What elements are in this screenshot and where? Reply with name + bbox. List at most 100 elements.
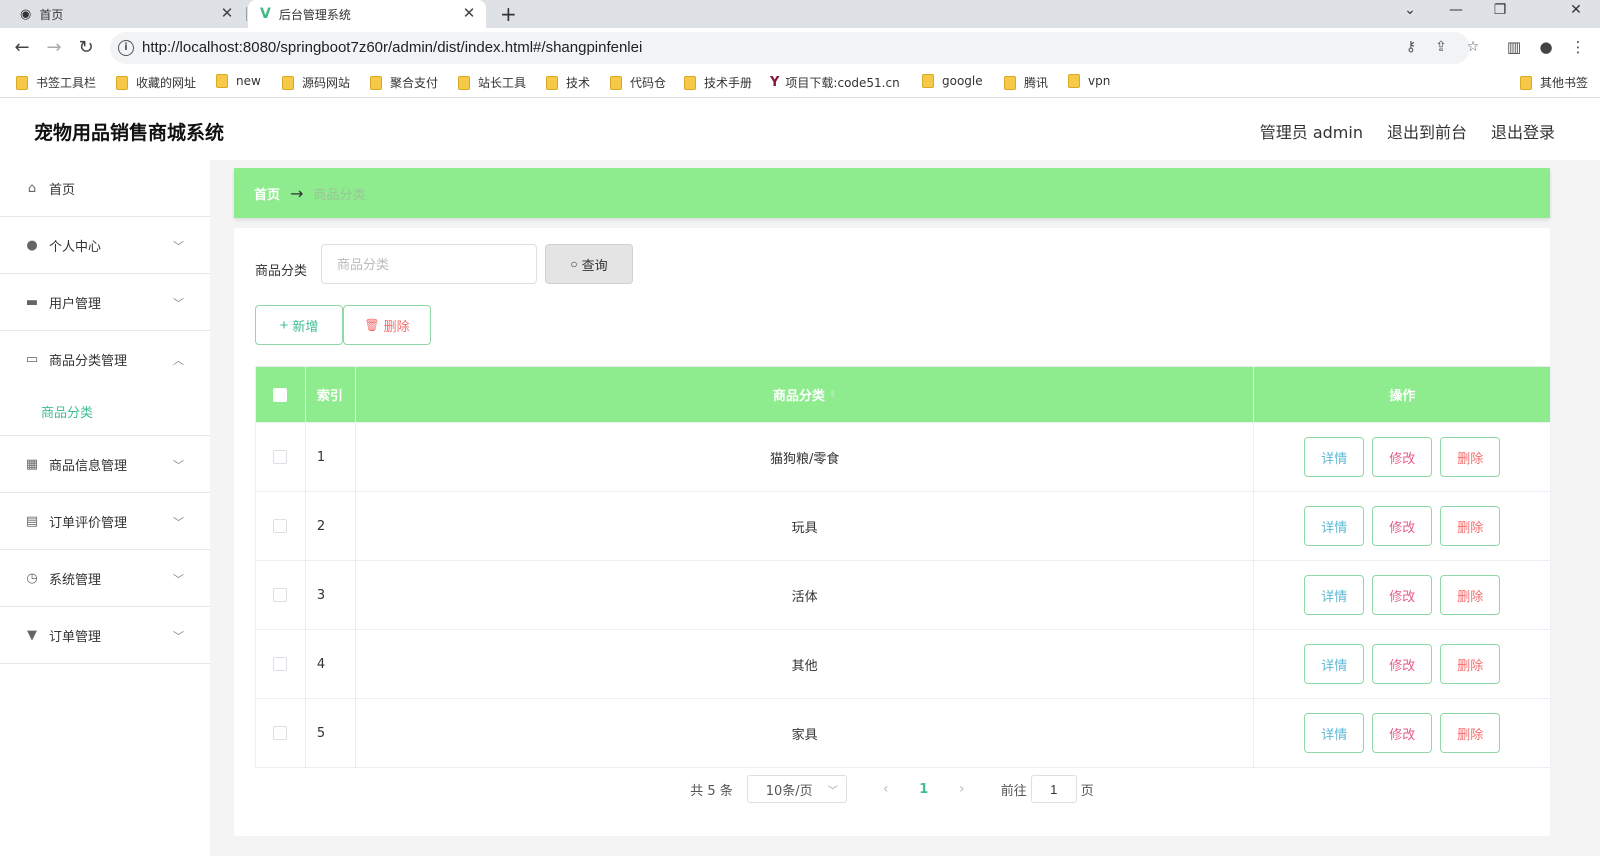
sidebar-subitem-category[interactable]: 商品分类	[0, 388, 210, 436]
detail-button[interactable]: 详情	[1304, 644, 1365, 684]
page-number[interactable]: 1	[901, 782, 947, 797]
chevron-down-icon: ﹀	[173, 630, 184, 643]
delete-button[interactable]: 删除	[1440, 506, 1501, 546]
delete-button[interactable]: 删除	[1440, 575, 1501, 615]
header-category[interactable]: 商品分类 ⇕	[356, 367, 1255, 422]
folder-icon	[610, 75, 622, 90]
delete-button[interactable]: 删除	[1440, 713, 1501, 753]
bookmark-item[interactable]: 源码网站	[282, 74, 350, 91]
prev-page-icon[interactable]: ‹	[871, 781, 901, 797]
bookmark-item[interactable]: Y 项目下载:code51.cn	[770, 74, 900, 91]
sidebar-item-product-management[interactable]: ▦ 商品信息管理 ﹀	[0, 436, 210, 493]
edit-button[interactable]: 修改	[1372, 437, 1433, 477]
menu-icon[interactable]: ⋮	[1568, 38, 1588, 56]
folder-icon	[116, 75, 128, 90]
row-checkbox[interactable]	[273, 588, 288, 602]
row-checkbox[interactable]	[273, 726, 288, 740]
search-button[interactable]: ○ 查询	[545, 244, 633, 284]
search-input[interactable]	[321, 244, 537, 284]
sidebar-item-order-management[interactable]: ▼ 订单管理 ﹀	[0, 607, 210, 664]
key-icon[interactable]: ⚷	[1402, 39, 1420, 55]
bookmark-item[interactable]: 技术手册	[684, 74, 752, 91]
batch-delete-button[interactable]: 🗑 删除	[343, 305, 431, 345]
edit-button[interactable]: 修改	[1372, 713, 1433, 753]
side-panel-icon[interactable]: ▥	[1504, 38, 1524, 56]
table-row: 4 其他 详情 修改 删除	[256, 629, 1550, 698]
row-checkbox[interactable]	[273, 657, 288, 671]
bookmark-item[interactable]: 技术	[546, 74, 590, 91]
folder-icon	[16, 75, 28, 90]
row-checkbox[interactable]	[273, 519, 288, 533]
bookmark-item[interactable]: 代码仓	[610, 74, 666, 91]
browser-tab-home[interactable]: ◉ 首页 ✕	[0, 0, 244, 28]
reload-icon[interactable]: ↻	[74, 36, 98, 60]
goto-suffix: 页	[1080, 783, 1094, 799]
page-size-select[interactable]: 10条/页 ﹀	[746, 775, 847, 803]
site-info-icon[interactable]: i	[118, 40, 134, 56]
tab-title: 后台管理系统	[278, 7, 351, 22]
close-icon[interactable]: ✕	[218, 4, 236, 22]
omnibox[interactable]: i http://localhost:8080/springboot7z60r/…	[110, 32, 1479, 64]
new-tab-button[interactable]: +	[500, 2, 517, 26]
detail-button[interactable]: 详情	[1304, 575, 1365, 615]
next-page-icon[interactable]: ›	[947, 781, 977, 797]
detail-button[interactable]: 详情	[1304, 506, 1365, 546]
sidebar: ⌂ 首页 ● 个人中心 ﹀ ▬ 用户管理 ﹀ ▭ 商品分类管理 ︿ 商品分类 ▦…	[0, 160, 210, 856]
sidebar-item-personal-center[interactable]: ● 个人中心 ﹀	[0, 217, 210, 274]
sidebar-item-review-management[interactable]: ▤ 订单评价管理 ﹀	[0, 493, 210, 550]
delete-button[interactable]: 删除	[1440, 644, 1501, 684]
add-button[interactable]: + 新增	[255, 305, 343, 345]
bookmark-other[interactable]: 其他书签	[1520, 74, 1588, 91]
detail-button[interactable]: 详情	[1304, 437, 1365, 477]
goto-page-input[interactable]	[1030, 775, 1077, 803]
delete-button[interactable]: 删除	[1440, 437, 1501, 477]
bookmark-item[interactable]: 站长工具	[458, 74, 526, 91]
edit-button[interactable]: 修改	[1372, 506, 1433, 546]
sidebar-item-label: 系统管理	[49, 572, 102, 588]
back-icon[interactable]: ←	[10, 36, 34, 60]
grid-icon: ▦	[25, 456, 39, 472]
row-checkbox[interactable]	[273, 450, 288, 464]
tab-search-icon[interactable]: ⌄	[1400, 2, 1420, 18]
row-checkbox-cell	[256, 630, 306, 698]
minimize-icon[interactable]: —	[1446, 2, 1466, 18]
header-operations: 操作	[1389, 389, 1416, 404]
restore-icon[interactable]: ❐	[1490, 2, 1510, 18]
sidebar-item-category-management[interactable]: ▭ 商品分类管理 ︿	[0, 331, 210, 388]
chevron-down-icon: ﹀	[173, 573, 184, 586]
breadcrumb-home[interactable]: 首页	[254, 184, 280, 203]
browser-tab-admin[interactable]: V 后台管理系统 ✕	[248, 0, 486, 28]
bookmark-item[interactable]: google	[922, 74, 983, 88]
to-front-link[interactable]: 退出到前台	[1387, 119, 1467, 143]
vue-icon: V	[260, 6, 271, 22]
share-icon[interactable]: ⇪	[1432, 39, 1450, 55]
bookmark-item[interactable]: new	[216, 74, 261, 88]
sidebar-item-home[interactable]: ⌂ 首页	[0, 160, 210, 217]
row-category: 其他	[356, 630, 1255, 698]
sidebar-item-system-management[interactable]: ◷ 系统管理 ﹀	[0, 550, 210, 607]
edit-button[interactable]: 修改	[1372, 575, 1433, 615]
edit-button[interactable]: 修改	[1372, 644, 1433, 684]
table-row: 2 玩具 详情 修改 删除	[256, 491, 1550, 560]
sort-icon[interactable]: ⇕	[829, 390, 837, 400]
folder-icon	[282, 75, 294, 90]
bookmark-item[interactable]: vpn	[1068, 74, 1110, 88]
sidebar-item-label: 商品分类管理	[49, 354, 128, 369]
profile-icon[interactable]: ●	[1536, 38, 1556, 56]
pagination: 共 5 条 10条/页 ﹀ ‹ 1 › 前往 页	[234, 774, 1550, 804]
select-all-checkbox[interactable]	[273, 387, 288, 402]
logout-link[interactable]: 退出登录	[1491, 119, 1555, 143]
detail-button[interactable]: 详情	[1304, 713, 1365, 753]
bookmark-item[interactable]: 书签工具栏	[16, 74, 96, 91]
sidebar-item-label: 商品信息管理	[49, 458, 128, 474]
stamp-icon: ▼	[27, 627, 37, 643]
bookmark-item[interactable]: 腾讯	[1004, 74, 1048, 91]
star-icon[interactable]: ☆	[1464, 39, 1482, 55]
close-icon[interactable]: ✕	[460, 4, 478, 22]
sidebar-item-user-management[interactable]: ▬ 用户管理 ﹀	[0, 274, 210, 331]
bookmark-item[interactable]: 收藏的网址	[116, 74, 196, 91]
forward-icon[interactable]: →	[42, 36, 66, 60]
window-close-icon[interactable]: ✕	[1566, 2, 1586, 18]
url-text[interactable]: http://localhost:8080/springboot7z60r/ad…	[142, 39, 642, 56]
bookmark-item[interactable]: 聚合支付	[370, 74, 438, 91]
